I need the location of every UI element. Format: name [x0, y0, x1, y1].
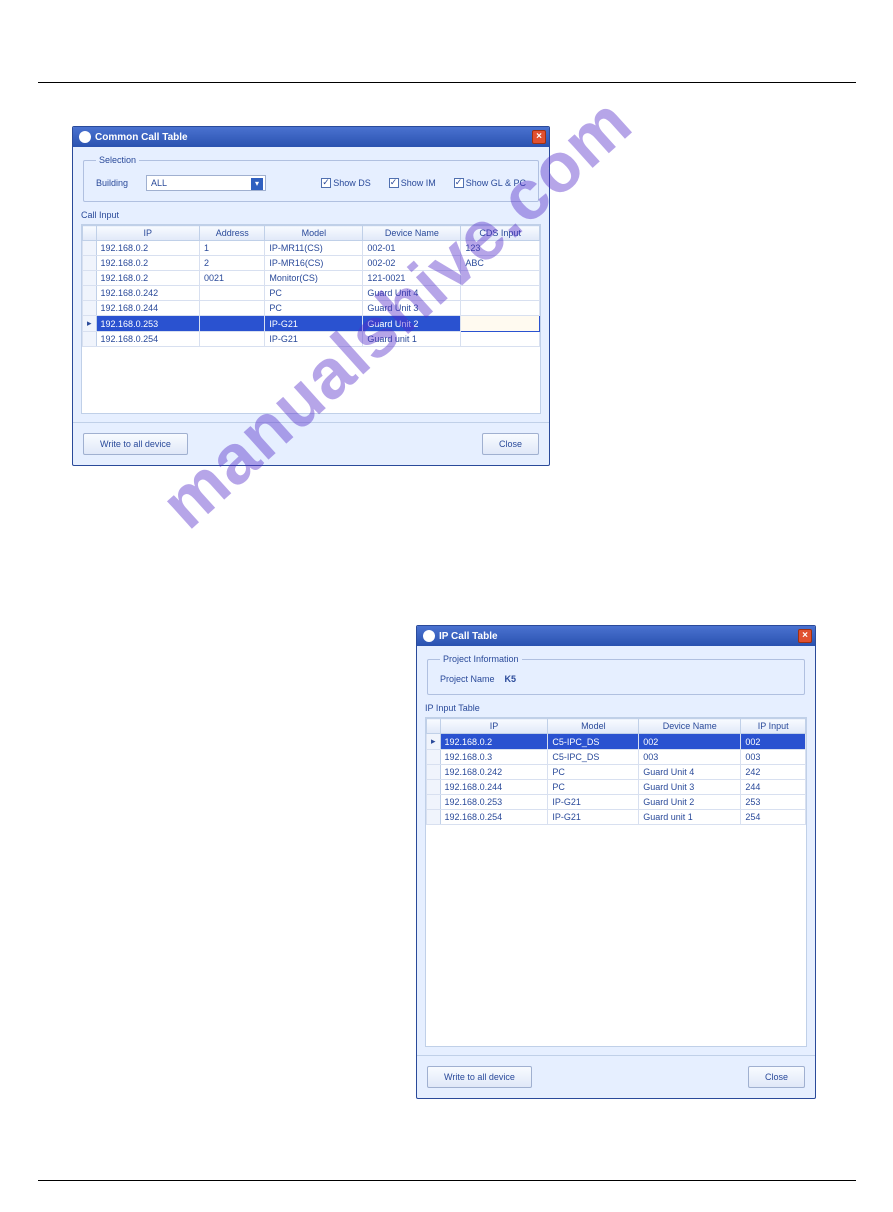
- app-icon: [423, 630, 435, 642]
- row-indicator: [83, 271, 97, 286]
- column-header[interactable]: Device Name: [363, 226, 461, 241]
- project-info-group: Project Information Project Name K5: [427, 654, 805, 695]
- row-indicator: ▸: [427, 734, 441, 750]
- building-value: ALL: [151, 178, 167, 188]
- project-name-label: Project Name: [440, 674, 495, 684]
- row-indicator: [83, 301, 97, 316]
- table-row[interactable]: 192.168.0.242PCGuard Unit 4: [83, 286, 540, 301]
- table-row[interactable]: ▸192.168.0.2C5-IPC_DS002002: [427, 734, 806, 750]
- call-input-grid[interactable]: IPAddressModelDevice NameCDS Input192.16…: [81, 224, 541, 414]
- table-row[interactable]: 192.168.0.21IP-MR11(CS)002-01123: [83, 241, 540, 256]
- column-header[interactable]: IP: [440, 719, 548, 734]
- row-indicator: [83, 256, 97, 271]
- chevron-down-icon: ▾: [251, 178, 263, 190]
- show-im-checkbox[interactable]: Show IM: [389, 178, 436, 189]
- table-row[interactable]: 192.168.0.20021Monitor(CS)121-0021: [83, 271, 540, 286]
- table-row[interactable]: ▸192.168.0.253IP-G21Guard Unit 2: [83, 316, 540, 332]
- row-indicator: [83, 332, 97, 347]
- app-icon: [79, 131, 91, 143]
- row-indicator: [427, 780, 441, 795]
- grid-label: IP Input Table: [425, 703, 807, 713]
- table-row[interactable]: 192.168.0.253IP-G21Guard Unit 2253: [427, 795, 806, 810]
- titlebar[interactable]: IP Call Table ×: [417, 626, 815, 646]
- column-header[interactable]: Model: [265, 226, 363, 241]
- column-header[interactable]: CDS Input: [461, 226, 540, 241]
- building-combo[interactable]: ALL ▾: [146, 175, 266, 191]
- close-icon[interactable]: ×: [532, 130, 546, 144]
- page-bottom-rule: [38, 1180, 856, 1181]
- checkbox-icon: [454, 178, 464, 188]
- column-header[interactable]: Device Name: [639, 719, 741, 734]
- selection-legend: Selection: [96, 155, 139, 165]
- close-button[interactable]: Close: [482, 433, 539, 455]
- row-indicator: [83, 241, 97, 256]
- common-call-table-dialog: Common Call Table × Selection Building A…: [72, 126, 550, 466]
- page-top-rule: [38, 82, 856, 83]
- table-row[interactable]: 192.168.0.22IP-MR16(CS)002-02ABC: [83, 256, 540, 271]
- grid-label: Call Input: [81, 210, 541, 220]
- table-row[interactable]: 192.168.0.254IP-G21Guard unit 1: [83, 332, 540, 347]
- row-indicator: [427, 810, 441, 825]
- project-info-legend: Project Information: [440, 654, 522, 664]
- building-label: Building: [96, 178, 128, 188]
- row-indicator: ▸: [83, 316, 97, 332]
- row-indicator: [427, 795, 441, 810]
- column-header[interactable]: IP Input: [741, 719, 806, 734]
- write-all-button[interactable]: Write to all device: [83, 433, 188, 455]
- titlebar[interactable]: Common Call Table ×: [73, 127, 549, 147]
- row-indicator: [427, 750, 441, 765]
- ip-input-grid[interactable]: IPModelDevice NameIP Input▸192.168.0.2C5…: [425, 717, 807, 1047]
- show-ds-checkbox[interactable]: Show DS: [321, 178, 371, 189]
- table-row[interactable]: 192.168.0.254IP-G21Guard unit 1254: [427, 810, 806, 825]
- window-title: Common Call Table: [95, 132, 188, 143]
- checkbox-icon: [389, 178, 399, 188]
- row-indicator: [427, 765, 441, 780]
- close-icon[interactable]: ×: [798, 629, 812, 643]
- table-row[interactable]: 192.168.0.244PCGuard Unit 3244: [427, 780, 806, 795]
- selection-group: Selection Building ALL ▾ Show DS Show IM…: [83, 155, 539, 202]
- ip-call-table-dialog: IP Call Table × Project Information Proj…: [416, 625, 816, 1099]
- table-row[interactable]: 192.168.0.244PCGuard Unit 3: [83, 301, 540, 316]
- checkbox-icon: [321, 178, 331, 188]
- window-title: IP Call Table: [439, 631, 498, 642]
- column-header[interactable]: Model: [548, 719, 639, 734]
- dialog-footer: Write to all device Close: [417, 1055, 815, 1098]
- close-button[interactable]: Close: [748, 1066, 805, 1088]
- project-name-value: K5: [505, 674, 517, 684]
- row-indicator: [83, 286, 97, 301]
- column-header[interactable]: Address: [200, 226, 265, 241]
- column-header[interactable]: IP: [96, 226, 200, 241]
- table-row[interactable]: 192.168.0.242PCGuard Unit 4242: [427, 765, 806, 780]
- show-gl-pc-checkbox[interactable]: Show GL & PC: [454, 178, 526, 189]
- write-all-button[interactable]: Write to all device: [427, 1066, 532, 1088]
- table-row[interactable]: 192.168.0.3C5-IPC_DS003003: [427, 750, 806, 765]
- dialog-footer: Write to all device Close: [73, 422, 549, 465]
